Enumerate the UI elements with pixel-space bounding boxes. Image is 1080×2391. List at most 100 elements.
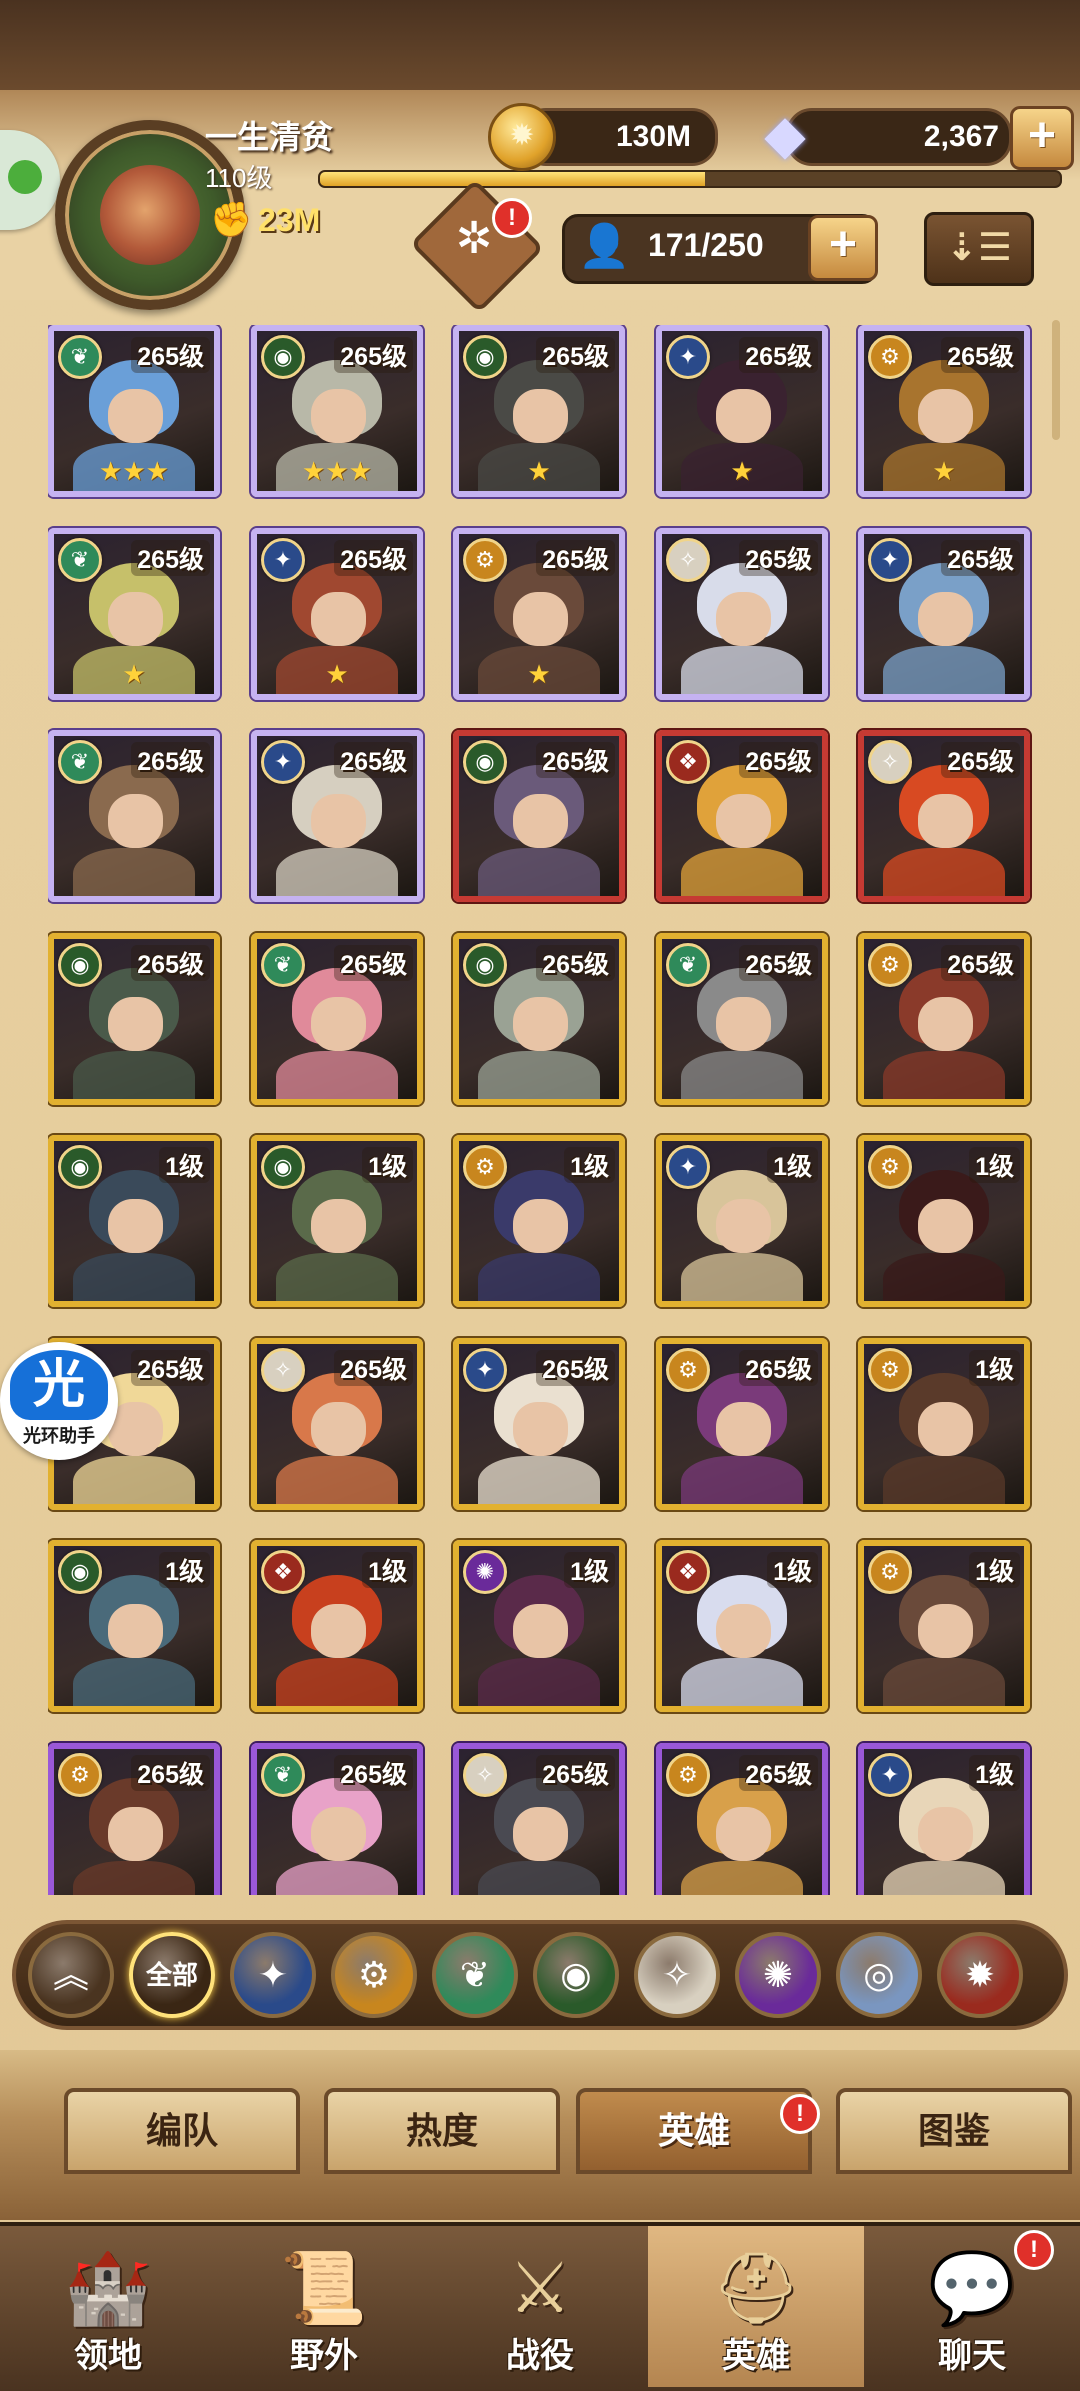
gem-counter: 2,367 <box>786 108 1012 166</box>
hero-card[interactable]: ◉ 1级 <box>251 1135 423 1307</box>
hero-card[interactable]: ❦ 265级 <box>656 933 828 1105</box>
expand-capacity-button[interactable]: + <box>808 215 878 281</box>
hero-face <box>513 1198 568 1253</box>
hero-card[interactable]: ⚙ 265级 <box>48 1743 220 1895</box>
hero-card[interactable]: ◉ 265级 <box>453 730 625 902</box>
hero-face <box>311 1401 366 1456</box>
hero-body <box>883 1861 1005 1895</box>
hero-body <box>681 848 803 896</box>
hero-card[interactable]: ❦ 265级 <box>48 730 220 902</box>
hero-level: 265级 <box>131 1755 210 1791</box>
hero-card[interactable]: ◉ 1级 <box>48 1135 220 1307</box>
hero-card[interactable]: ❦ 265级 ★★★ <box>48 325 220 497</box>
graveborn-faction-icon: ◉ <box>261 1145 305 1189</box>
hero-level: 265级 <box>131 1350 210 1386</box>
nav-heroes[interactable]: ⛑ 英雄 <box>648 2226 864 2387</box>
hero-card[interactable]: ❦ 265级 <box>251 1743 423 1895</box>
nav-territory[interactable]: 🏰 领地 <box>0 2226 216 2387</box>
hero-card[interactable]: ◉ 265级 <box>453 933 625 1105</box>
hero-body <box>681 1456 803 1504</box>
filter-lightbearer-icon[interactable]: ✦ <box>230 1932 316 2018</box>
hero-card[interactable]: ✦ 265级 ★ <box>656 325 828 497</box>
hero-card[interactable]: ❖ 265级 <box>656 730 828 902</box>
add-gems-button[interactable]: + <box>1010 106 1074 170</box>
filter-collapse-icon[interactable]: ︽ <box>28 1932 114 2018</box>
hero-card[interactable]: ⚙ 1级 <box>858 1135 1030 1307</box>
nav-label-wilderness: 野外 <box>290 2337 358 2375</box>
filter-dimensional-fire-icon[interactable]: ✹ <box>937 1932 1023 2018</box>
hero-card[interactable]: ✦ 265级 ★ <box>251 528 423 700</box>
wilder-faction-icon: ❦ <box>58 335 102 379</box>
chat-icon: 💬 <box>928 2249 1016 2327</box>
hero-body <box>276 1658 398 1706</box>
header-band <box>0 0 1080 90</box>
grid-scrollbar[interactable] <box>1052 320 1060 440</box>
hero-card[interactable]: ⚙ 265级 ★ <box>858 325 1030 497</box>
assistant-float-button[interactable]: 光 光环助手 <box>0 1342 118 1460</box>
hero-card[interactable]: ⚙ 265级 <box>656 1743 828 1895</box>
assistant-logo-icon: 光 <box>10 1350 108 1420</box>
hero-level: 265级 <box>334 1350 413 1386</box>
hero-card[interactable]: ✧ 265级 <box>453 1743 625 1895</box>
hero-stars: ★ <box>122 659 146 689</box>
hero-card[interactable]: ✧ 265级 <box>656 528 828 700</box>
hero-card[interactable]: ◉ 1级 <box>48 1540 220 1712</box>
hero-body <box>73 848 195 896</box>
hero-level: 1级 <box>969 1147 1020 1183</box>
hero-card[interactable]: ⚙ 1级 <box>453 1135 625 1307</box>
hero-grid[interactable]: ❦ 265级 ★★★ ◉ 265级 ★★★ ◉ 265级 ★ ✦ 265级 ★ ⚙ 265级 ★ ❦ 265级 ★… <box>48 325 1038 1895</box>
hero-card[interactable]: ✺ 1级 <box>453 1540 625 1712</box>
hero-level: 265级 <box>536 1350 615 1386</box>
filter-mauler-icon[interactable]: ⚙ <box>331 1932 417 2018</box>
graveborn-faction-icon: ◉ <box>58 1550 102 1594</box>
hero-card[interactable]: ✦ 265级 <box>858 528 1030 700</box>
nav-campaign[interactable]: ⚔ 战役 <box>432 2226 648 2387</box>
hero-face <box>716 388 771 443</box>
hero-card[interactable]: ✦ 265级 <box>251 730 423 902</box>
hero-card[interactable]: ❖ 1级 <box>251 1540 423 1712</box>
hero-level: 265级 <box>941 540 1020 576</box>
hero-card[interactable]: ✦ 1级 <box>656 1135 828 1307</box>
hero-card[interactable]: ⚙ 265级 <box>656 1338 828 1510</box>
hero-card[interactable]: ❦ 265级 <box>251 933 423 1105</box>
hero-card[interactable]: ◉ 265级 ★★★ <box>251 325 423 497</box>
filter-graveborn-icon[interactable]: ◉ <box>533 1932 619 2018</box>
hero-level: 1级 <box>767 1147 818 1183</box>
hero-card[interactable]: ✦ 265级 <box>453 1338 625 1510</box>
tab-formation[interactable]: 编队 <box>64 2088 300 2174</box>
chat-bubble-icon <box>8 160 42 194</box>
hero-card[interactable]: ⚙ 265级 <box>858 933 1030 1105</box>
hero-body <box>681 1861 803 1895</box>
hero-body <box>883 1253 1005 1301</box>
wilder-faction-icon: ❦ <box>58 538 102 582</box>
dimensional-faction-icon: ❖ <box>666 1550 710 1594</box>
filter-wilder-icon[interactable]: ❦ <box>432 1932 518 2018</box>
filter-all-icon[interactable]: 全部 <box>129 1932 215 2018</box>
tab-heroes[interactable]: 英雄 <box>576 2088 812 2174</box>
scroll-map-icon: 📜 <box>280 2249 368 2327</box>
hero-card[interactable]: ✦ 1级 <box>858 1743 1030 1895</box>
fist-power-icon: ✊ <box>210 201 253 239</box>
hero-body <box>276 1861 398 1895</box>
hero-card[interactable]: ⚙ 265级 ★ <box>453 528 625 700</box>
filter-celestial-icon[interactable]: ✧ <box>634 1932 720 2018</box>
hero-card[interactable]: ❖ 1级 <box>656 1540 828 1712</box>
hero-level: 265级 <box>536 945 615 981</box>
hero-face <box>311 591 366 646</box>
hero-card[interactable]: ◉ 265级 <box>48 933 220 1105</box>
sort-button[interactable]: ⇣☰ <box>924 212 1034 286</box>
graveborn-faction-icon: ◉ <box>463 740 507 784</box>
hero-card[interactable]: ❦ 265级 ★ <box>48 528 220 700</box>
mauler-faction-icon: ⚙ <box>666 1348 710 1392</box>
hero-card[interactable]: ✧ 265级 <box>251 1338 423 1510</box>
nav-wilderness[interactable]: 📜 野外 <box>216 2226 432 2387</box>
hero-card[interactable]: ⚙ 1级 <box>858 1540 1030 1712</box>
filter-hypogean-icon[interactable]: ✺ <box>735 1932 821 2018</box>
hero-card[interactable]: ⚙ 1级 <box>858 1338 1030 1510</box>
hero-face <box>513 793 568 848</box>
hero-card[interactable]: ◉ 265级 ★ <box>453 325 625 497</box>
tab-codex[interactable]: 图鉴 <box>836 2088 1072 2174</box>
hero-card[interactable]: ✧ 265级 <box>858 730 1030 902</box>
tab-popularity[interactable]: 热度 <box>324 2088 560 2174</box>
filter-dimensional-icon[interactable]: ◎ <box>836 1932 922 2018</box>
